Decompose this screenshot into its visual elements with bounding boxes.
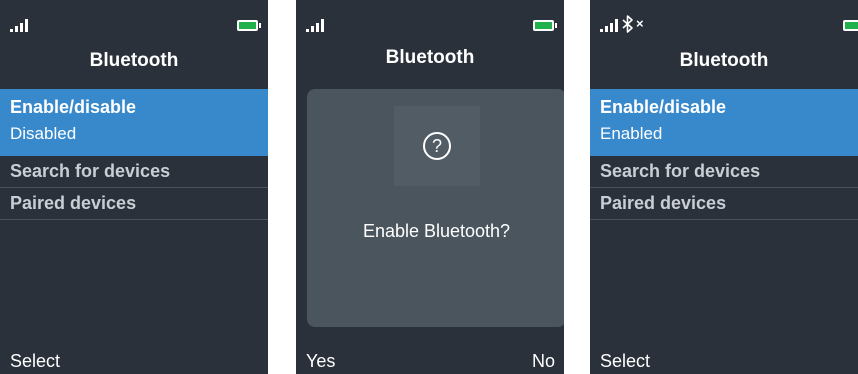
menu-item-enable-disable[interactable]: Enable/disable Disabled [0,89,268,156]
menu-item-search-devices[interactable]: Search for devices [0,156,268,188]
menu-list: Enable/disable Disabled Search for devic… [0,89,268,220]
question-icon: ? [423,132,451,160]
battery-icon [843,20,858,31]
menu-item-search-devices[interactable]: Search for devices [590,156,858,188]
page-title: Bluetooth [385,47,475,68]
battery-icon [237,20,261,31]
bluetooth-icon [622,15,633,33]
phone-screen-bluetooth-enabled: × Bluetooth Enable/disable Enabled Searc… [590,0,858,374]
select-softkey[interactable]: Select [600,351,650,372]
menu-item-label: Paired devices [600,193,727,213]
menu-item-value: Enabled [600,124,663,143]
yes-softkey[interactable]: Yes [306,351,335,372]
signal-icon [306,18,324,32]
page-title: Bluetooth [679,50,769,71]
phone-screen-enable-dialog: Bluetooth ? Enable Bluetooth? Yes No [296,0,564,374]
dialog-message: Enable Bluetooth? [362,221,511,241]
menu-item-value: Disabled [10,124,77,143]
softkey-bar: Select [590,344,858,374]
menu-item-paired-devices[interactable]: Paired devices [0,188,268,220]
menu-item-label: Search for devices [10,161,171,181]
select-softkey[interactable]: Select [10,351,60,372]
confirm-dialog: ? Enable Bluetooth? [307,89,564,327]
signal-icon [600,18,618,32]
menu-item-label: Enable/disable [600,97,727,117]
phone-screen-bluetooth-disabled: Bluetooth Enable/disable Disabled Search… [0,0,268,374]
page-title: Bluetooth [89,50,179,71]
signal-icon [10,18,28,32]
menu-list: Enable/disable Enabled Search for device… [590,89,858,220]
menu-item-label: Paired devices [10,193,137,213]
battery-icon [533,20,557,31]
menu-item-enable-disable[interactable]: Enable/disable Enabled [590,89,858,156]
menu-item-paired-devices[interactable]: Paired devices [590,188,858,220]
status-bar [0,0,268,42]
dialog-icon-container: ? [394,106,480,186]
menu-item-label: Search for devices [600,161,761,181]
menu-item-label: Enable/disable [10,97,137,117]
close-icon: × [636,16,644,31]
status-bar: × [590,0,858,42]
status-bar [296,0,564,42]
no-softkey[interactable]: No [532,351,555,372]
softkey-bar: Yes No [296,344,564,374]
softkey-bar: Select [0,344,268,374]
